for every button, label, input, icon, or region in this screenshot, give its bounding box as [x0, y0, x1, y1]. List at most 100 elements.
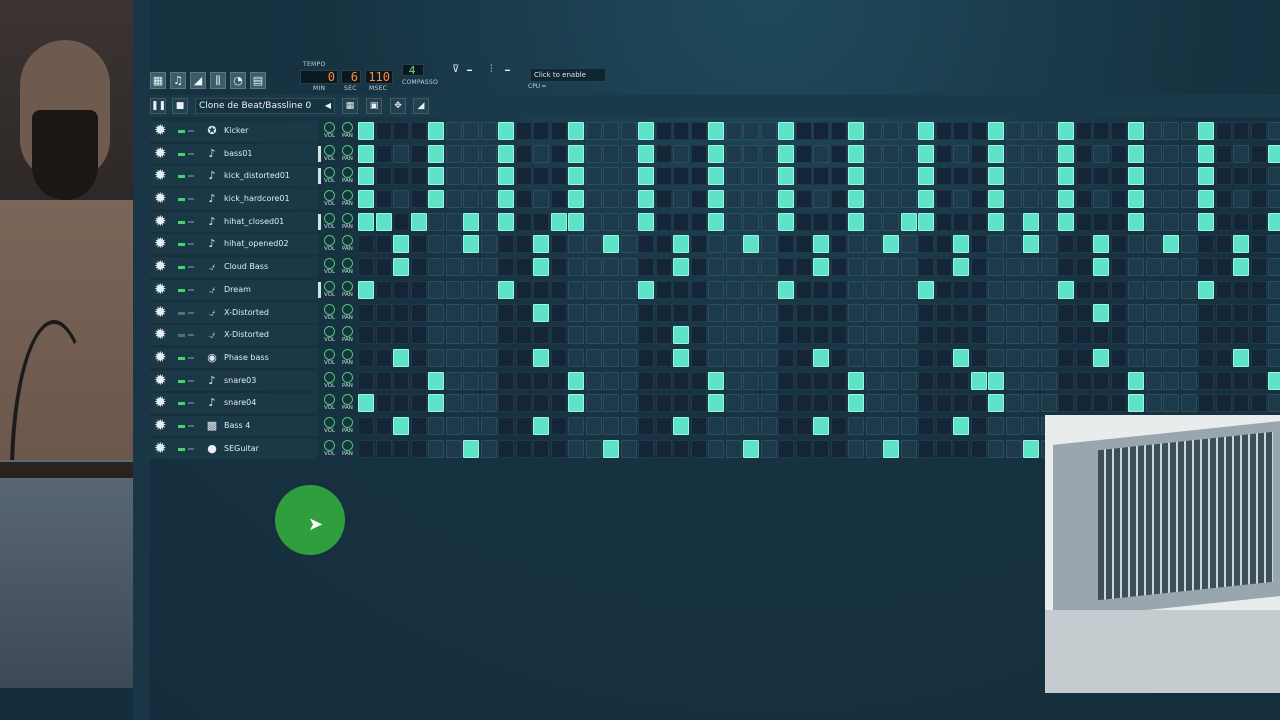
step-button[interactable]: [428, 122, 444, 140]
step-button[interactable]: [918, 144, 934, 163]
step-button[interactable]: [1128, 258, 1144, 277]
step-button[interactable]: [778, 122, 794, 140]
step-button[interactable]: [1023, 439, 1039, 458]
step-button[interactable]: [445, 348, 462, 367]
step-button[interactable]: [1023, 371, 1039, 390]
step-button[interactable]: [988, 348, 1004, 367]
step-button[interactable]: [1093, 348, 1109, 367]
channel-settings-gear-icon[interactable]: ✹: [154, 123, 167, 138]
step-button[interactable]: [900, 280, 917, 299]
step-button[interactable]: [445, 167, 462, 186]
step-button[interactable]: [708, 303, 724, 322]
step-button[interactable]: [760, 167, 777, 186]
step-button[interactable]: [690, 439, 707, 458]
step-button[interactable]: [480, 258, 497, 277]
step-button[interactable]: [1075, 212, 1092, 231]
step-button[interactable]: [935, 167, 952, 186]
step-button[interactable]: [410, 144, 427, 163]
step-button[interactable]: [515, 303, 532, 322]
step-button[interactable]: [1145, 212, 1162, 231]
step-button[interactable]: [1040, 326, 1057, 345]
step-button[interactable]: [568, 212, 584, 231]
step-button[interactable]: [778, 280, 794, 299]
step-button[interactable]: [935, 280, 952, 299]
step-button[interactable]: [743, 167, 759, 186]
step-button[interactable]: [970, 235, 987, 254]
step-button[interactable]: [813, 235, 829, 254]
step-button[interactable]: [620, 371, 637, 390]
step-button[interactable]: [883, 190, 899, 209]
step-button[interactable]: [375, 303, 392, 322]
step-button[interactable]: [533, 280, 549, 299]
graph-editor-icon[interactable]: ▣: [366, 98, 382, 114]
step-button[interactable]: [830, 371, 847, 390]
step-button[interactable]: [760, 348, 777, 367]
step-button[interactable]: [848, 144, 864, 163]
step-button[interactable]: [813, 439, 829, 458]
step-button[interactable]: [865, 303, 882, 322]
step-button[interactable]: [410, 439, 427, 458]
step-button[interactable]: [1058, 212, 1074, 231]
step-button[interactable]: [1005, 416, 1022, 435]
step-button[interactable]: [393, 326, 409, 345]
step-button[interactable]: [358, 326, 374, 345]
step-button[interactable]: [988, 190, 1004, 209]
step-button[interactable]: [1110, 122, 1127, 140]
channel-row[interactable]: ✹ ⍻ X-Distorted VOL PAN: [150, 302, 1280, 325]
step-button[interactable]: [778, 348, 794, 367]
step-button[interactable]: [1005, 144, 1022, 163]
step-button[interactable]: [410, 394, 427, 413]
time-sec-display[interactable]: 6: [341, 70, 361, 84]
step-button[interactable]: [1145, 144, 1162, 163]
step-button[interactable]: [1163, 303, 1179, 322]
step-button[interactable]: [515, 212, 532, 231]
channel-mute-toggle[interactable]: [178, 175, 185, 179]
channel-mute-toggle[interactable]: [178, 288, 185, 292]
step-button[interactable]: [1005, 348, 1022, 367]
step-button[interactable]: [918, 371, 934, 390]
channel-solo-toggle[interactable]: [188, 243, 194, 246]
channel-mute-toggle[interactable]: [178, 130, 185, 133]
step-button[interactable]: [690, 416, 707, 435]
channel-name-button[interactable]: Bass 4: [224, 420, 250, 431]
step-button[interactable]: [865, 394, 882, 413]
step-button[interactable]: [410, 122, 427, 140]
step-button[interactable]: [725, 280, 742, 299]
step-button[interactable]: [1233, 190, 1249, 209]
step-button[interactable]: [603, 235, 619, 254]
step-button[interactable]: [375, 416, 392, 435]
step-button[interactable]: [655, 212, 672, 231]
step-button[interactable]: [1005, 167, 1022, 186]
step-button[interactable]: [708, 280, 724, 299]
step-button[interactable]: [638, 439, 654, 458]
step-button[interactable]: [708, 326, 724, 345]
step-button[interactable]: [498, 303, 514, 322]
step-button[interactable]: [883, 326, 899, 345]
step-button[interactable]: [883, 122, 899, 140]
step-button[interactable]: [620, 122, 637, 140]
step-button[interactable]: [585, 326, 602, 345]
step-button[interactable]: [1198, 280, 1214, 299]
step-button[interactable]: [638, 190, 654, 209]
channel-settings-gear-icon[interactable]: ✹: [154, 395, 167, 410]
step-button[interactable]: [480, 235, 497, 254]
step-button[interactable]: [568, 348, 584, 367]
step-button[interactable]: [585, 303, 602, 322]
step-button[interactable]: [463, 439, 479, 458]
step-button[interactable]: [760, 394, 777, 413]
step-button[interactable]: [1180, 258, 1197, 277]
step-button[interactable]: [393, 235, 409, 254]
channel-name-button[interactable]: Cloud Bass: [224, 261, 268, 272]
step-button[interactable]: [498, 280, 514, 299]
volume-ramp-icon[interactable]: ◢: [413, 98, 429, 114]
step-button[interactable]: [1040, 258, 1057, 277]
step-button[interactable]: [935, 144, 952, 163]
step-button[interactable]: [445, 326, 462, 345]
step-button[interactable]: [550, 144, 567, 163]
step-button[interactable]: [568, 280, 584, 299]
step-button[interactable]: [1040, 348, 1057, 367]
step-button[interactable]: [848, 167, 864, 186]
step-button[interactable]: [1215, 371, 1232, 390]
channel-mute-toggle[interactable]: [178, 424, 185, 428]
step-button[interactable]: [1093, 167, 1109, 186]
